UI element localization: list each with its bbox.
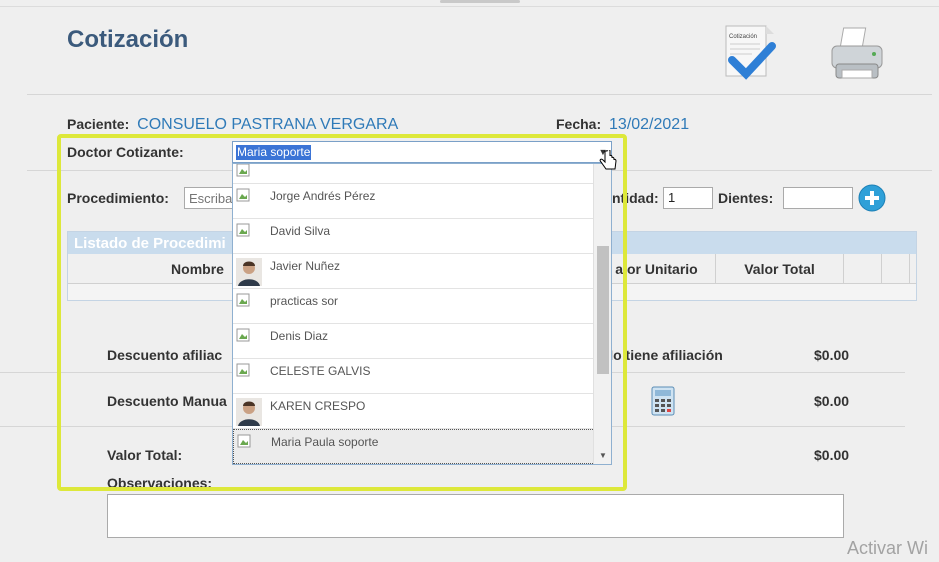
doctor-option-name: CELESTE GALVIS (270, 364, 371, 378)
column-action-1 (844, 254, 882, 283)
broken-image-icon (236, 188, 250, 202)
activation-watermark: Activar Wi (847, 538, 928, 558)
doctor-option[interactable]: David Silva (233, 219, 595, 254)
observations-textarea[interactable] (107, 494, 844, 538)
doctor-option-name: Denis Diaz (270, 329, 329, 343)
avatar (236, 258, 262, 286)
header-divider (27, 94, 932, 95)
scroll-down-icon[interactable]: ▼ (599, 451, 607, 460)
doctor-option[interactable]: KAREN CRESPO (233, 394, 595, 429)
doctor-option[interactable]: practicas sor (233, 289, 595, 324)
broken-image-icon (236, 164, 250, 177)
top-tab-fragment (440, 0, 520, 3)
doctor-option[interactable]: CELESTE GALVIS (233, 359, 595, 394)
broken-image-icon (236, 363, 250, 377)
broken-image-icon (236, 293, 250, 307)
total-value: $0.00 (814, 447, 850, 463)
column-action-2 (882, 254, 910, 283)
patient-label: Paciente: (67, 116, 130, 132)
quotation-icon-text: Cotización (729, 34, 757, 40)
quotation-document-icon[interactable]: Cotización (722, 24, 778, 82)
doctor-selected-value: Maria soporte (236, 145, 312, 160)
top-divider (0, 6, 939, 7)
printer-icon[interactable] (828, 26, 886, 82)
date-value: 13/02/2021 (609, 116, 690, 133)
teeth-input[interactable] (783, 187, 853, 209)
hand-cursor-icon (598, 149, 618, 177)
doctor-option-name: practicas sor (270, 294, 339, 308)
broken-image-icon (237, 434, 251, 448)
page-title: Cotización (67, 26, 189, 53)
column-valor-total[interactable]: Valor Total (716, 254, 844, 283)
doctor-option-name: KAREN CRESPO (270, 399, 366, 413)
doctor-option[interactable]: Denis Diaz (233, 324, 595, 359)
manual-discount-value: $0.00 (814, 393, 850, 409)
doctor-dropdown-list[interactable]: Jorge Andrés Pérez David Silva Javier Nuñe… (232, 163, 612, 465)
quantity-input[interactable]: 1 (663, 187, 713, 209)
broken-image-icon (236, 223, 250, 237)
avatar (236, 398, 262, 426)
plus-circle-icon (858, 184, 886, 212)
patient-name: CONSUELO PASTRANA VERGARA (137, 116, 399, 133)
broken-image-icon (236, 328, 250, 342)
date-label: Fecha: (556, 116, 602, 132)
doctor-option[interactable]: Maria Paula soporte (233, 429, 595, 464)
affiliation-discount-value: $0.00 (814, 347, 850, 363)
doctor-option[interactable]: Javier Nuñez (233, 254, 595, 289)
patient-row: Paciente: CONSUELO PASTRANA VERGARA (67, 116, 398, 134)
teeth-label: Dientes: (718, 190, 774, 206)
date-row: Fecha: 13/02/2021 (556, 116, 689, 134)
doctor-option-name: David Silva (270, 224, 331, 238)
doctor-option[interactable]: Jorge Andrés Pérez (233, 184, 595, 219)
dropdown-scrollbar[interactable]: ▼ (593, 164, 611, 464)
doctor-select[interactable]: Maria soporte ▼ (232, 141, 612, 163)
doctor-option-name: Jorge Andrés Pérez (270, 189, 376, 203)
calculator-button[interactable] (651, 386, 675, 416)
doctor-option-name: Javier Nuñez (270, 259, 341, 273)
calculator-icon (651, 386, 675, 416)
add-procedure-button[interactable] (858, 184, 886, 212)
scrollbar-thumb[interactable] (597, 246, 609, 374)
doctor-option-name: Maria Paula soporte (271, 435, 379, 449)
list-item-partial[interactable] (233, 164, 595, 184)
